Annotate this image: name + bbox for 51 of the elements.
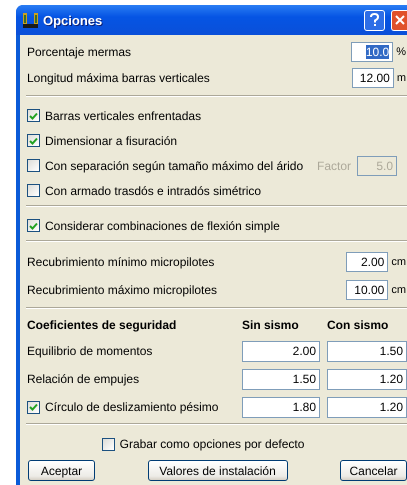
- checkbox-label: Con separación según tamaño máximo del árido: [45, 158, 304, 172]
- checkbox[interactable]: [27, 109, 40, 122]
- column-header: Con sismo: [327, 317, 390, 334]
- unit-label: %: [396, 46, 407, 58]
- unit-label: m: [396, 72, 407, 84]
- unit-label: cm: [391, 284, 407, 296]
- input-field[interactable]: 1.50: [327, 340, 407, 362]
- checkbox[interactable]: [27, 219, 40, 232]
- checkmark-icon: [29, 403, 38, 411]
- unit-label: cm: [391, 256, 407, 268]
- field-label: Recubrimiento máximo micropilotes: [27, 283, 218, 297]
- input-field[interactable]: 10.0: [351, 42, 394, 62]
- dialog-button[interactable]: Aceptar: [28, 460, 95, 481]
- input-field[interactable]: 12.00: [352, 68, 394, 88]
- input-field[interactable]: 1.20: [327, 396, 407, 418]
- dialog-button[interactable]: Cancelar: [340, 460, 407, 481]
- help-button[interactable]: [364, 10, 385, 30]
- close-icon: [394, 15, 404, 25]
- close-button[interactable]: [391, 10, 407, 30]
- row-label: Equilibrio de momentos: [27, 343, 154, 360]
- checkbox-label: Con armado trasdós e intradós simétrico: [45, 184, 262, 198]
- column-header: Coeficientes de seguridad: [27, 317, 178, 334]
- app-logo-icon: [22, 12, 39, 28]
- checkbox[interactable]: [27, 184, 40, 197]
- field-label: Recubrimiento mínimo micropilotes: [27, 255, 216, 269]
- dialog-button[interactable]: Valores de instalación: [148, 460, 288, 481]
- checkbox-label: Grabar como opciones por defecto: [120, 437, 304, 451]
- checkbox[interactable]: [27, 400, 40, 414]
- input-field[interactable]: 2.00: [242, 340, 320, 362]
- factor-label: Factor: [316, 158, 351, 172]
- column-header: Sin sismo: [242, 317, 300, 334]
- checkmark-icon: [29, 136, 38, 144]
- checkbox-label: Considerar combinaciones de flexión simple: [45, 218, 280, 232]
- row-label: Relación de empujes: [27, 371, 140, 388]
- checkbox-label: Barras verticales enfrentadas: [45, 108, 202, 122]
- input-field[interactable]: 1.80: [242, 396, 320, 418]
- checkbox-label: Círculo de deslizamiento pésimo: [45, 400, 218, 414]
- checkbox[interactable]: [27, 159, 40, 172]
- input-field[interactable]: 2.00: [346, 252, 388, 272]
- checkbox[interactable]: [27, 134, 40, 147]
- input-field[interactable]: 1.20: [327, 368, 407, 390]
- input-field[interactable]: 10.00: [346, 280, 388, 300]
- input-field[interactable]: 1.50: [242, 368, 320, 390]
- checkbox[interactable]: [102, 438, 115, 450]
- field-label: Longitud máxima barras verticales: [27, 71, 211, 85]
- checkmark-icon: [29, 112, 38, 120]
- window-title: Opciones: [43, 12, 104, 28]
- field-label: Porcentaje mermas: [27, 45, 132, 59]
- help-icon: [369, 13, 380, 27]
- checkbox-label: Dimensionar a fisuración: [45, 134, 178, 148]
- checkmark-icon: [29, 222, 38, 230]
